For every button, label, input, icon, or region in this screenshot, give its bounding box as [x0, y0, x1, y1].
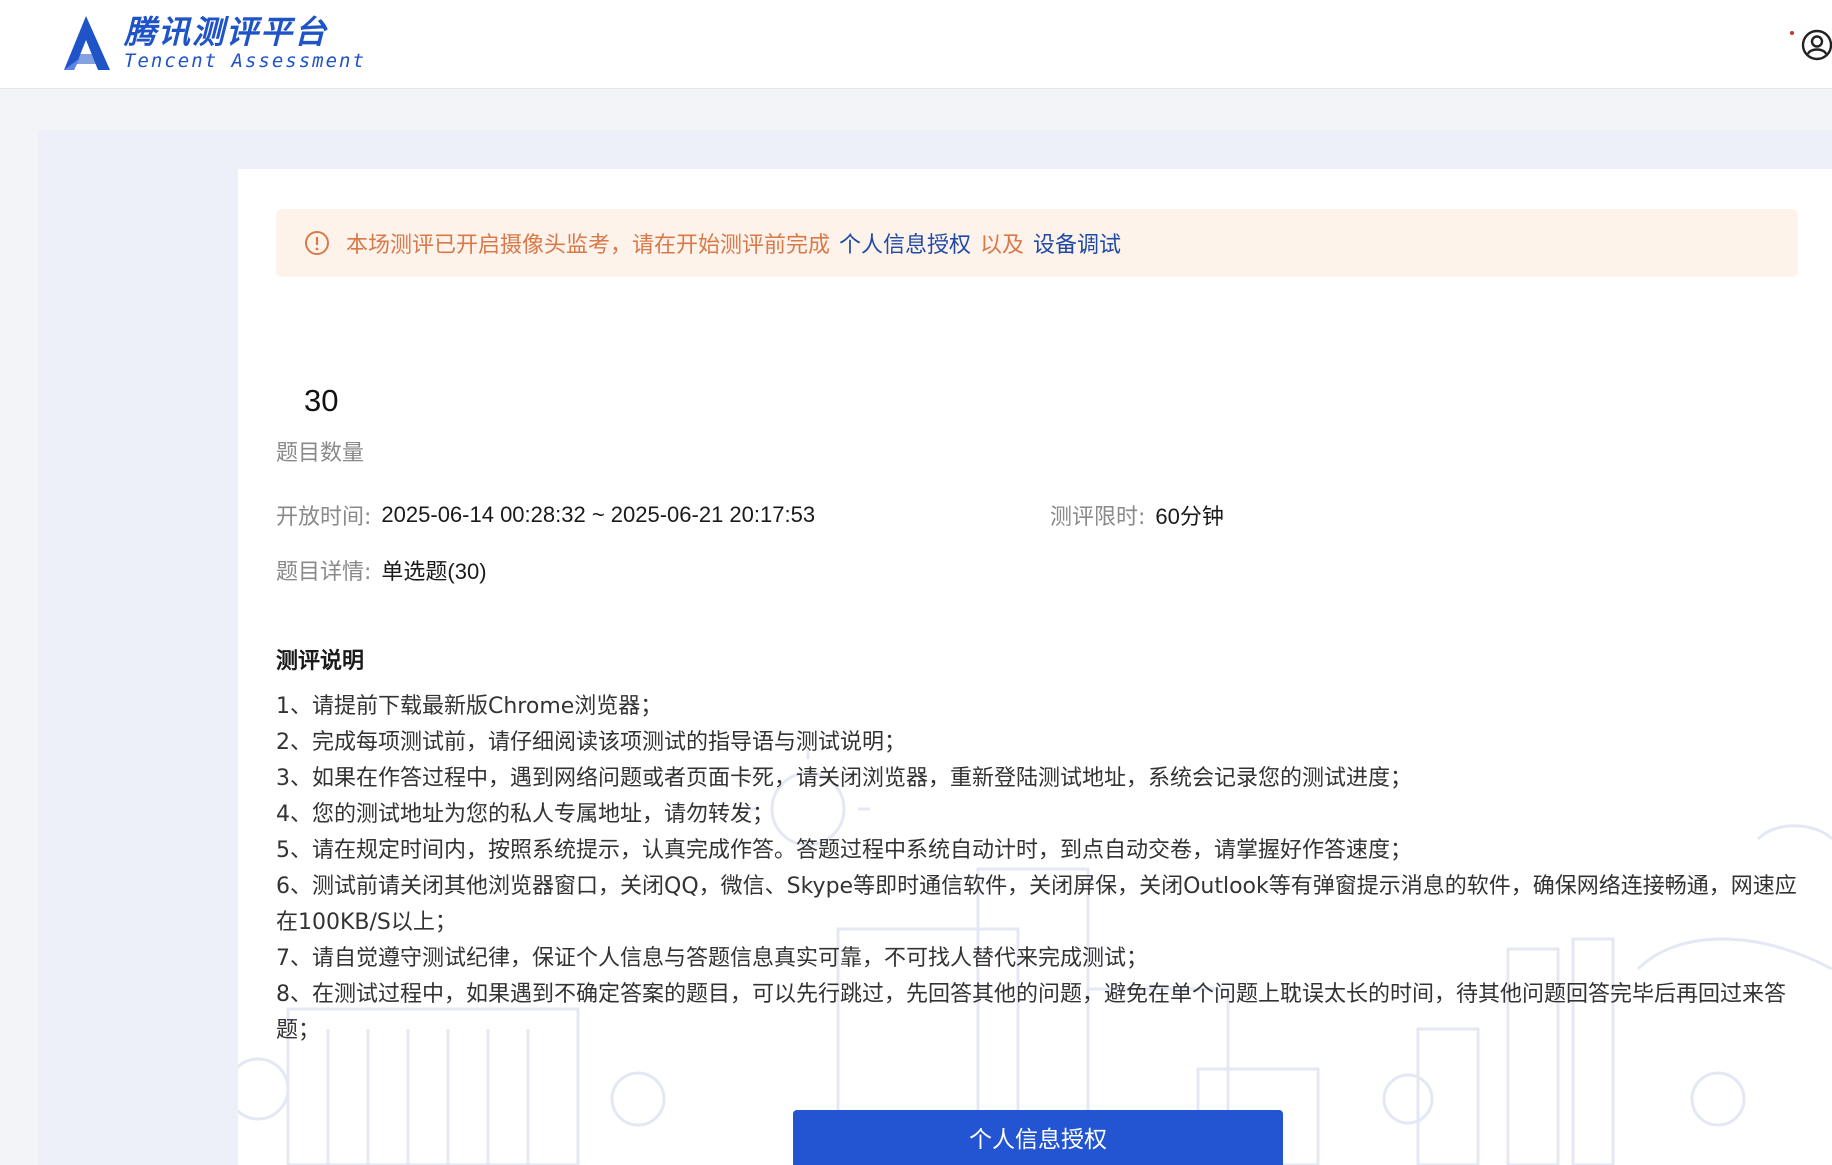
instruction-item: 5、请在规定时间内，按照系统提示，认真完成作答。答题过程中系统自动计时，到点自动…	[276, 838, 1413, 863]
question-count-label: 题目数量	[276, 441, 365, 466]
instruction-item: 1、请提前下载最新版Chrome浏览器；	[276, 694, 663, 719]
brand-logo[interactable]: 腾讯测评平台 Tencent Assessment	[62, 14, 366, 72]
time-limit-label: 测评限时:	[1050, 505, 1146, 530]
instructions-list: 1、请提前下载最新版Chrome浏览器； 2、完成每项测试前，请仔细阅读该项测试…	[276, 689, 1806, 1049]
top-navigation-bar: 腾讯测评平台 Tencent Assessment	[0, 0, 1832, 89]
instruction-item: 8、在测试过程中，如果遇到不确定答案的题目，可以先行跳过，先回答其他的问题，避免…	[276, 982, 1787, 1043]
brand-name-en: Tencent Assessment	[124, 49, 366, 72]
personal-info-authorization-link[interactable]: 个人信息授权	[839, 227, 971, 259]
time-limit-row: 测评限时: 60分钟	[1050, 499, 1224, 531]
cursor-mark	[1790, 31, 1794, 35]
question-detail-row: 题目详情: 单选题(30)	[276, 554, 487, 586]
warning-circle-icon	[305, 231, 329, 255]
instruction-item: 7、请自觉遵守测试纪律，保证个人信息与答题信息真实可靠，不可找人替代来完成测试；	[276, 946, 1149, 971]
brand-text: 腾讯测评平台 Tencent Assessment	[124, 16, 366, 71]
notice-conjunction: 以及	[980, 233, 1025, 258]
question-detail-label: 题目详情:	[276, 560, 372, 585]
question-count-value: 30	[304, 383, 339, 418]
time-limit-value: 60分钟	[1155, 504, 1224, 529]
open-time-value: 2025-06-14 00:28:32 ~ 2025-06-21 20:17:5…	[381, 502, 816, 527]
instruction-item: 6、测试前请关闭其他浏览器窗口，关闭QQ，微信、Skype等即时通信软件，关闭屏…	[276, 874, 1797, 935]
question-detail-value: 单选题(30)	[381, 559, 487, 584]
brand-name-cn: 腾讯测评平台	[124, 12, 329, 51]
instruction-item: 2、完成每项测试前，请仔细阅读该项测试的指导语与测试说明；	[276, 730, 906, 755]
tencent-assessment-logo-icon	[64, 16, 110, 70]
instructions-title: 测评说明	[276, 649, 365, 674]
open-time-label: 开放时间:	[276, 505, 372, 530]
device-debugging-link[interactable]: 设备调试	[1033, 227, 1121, 259]
camera-proctoring-notice: 本场测评已开启摄像头监考，请在开始测评前完成 个人信息授权 以及 设备调试	[276, 209, 1798, 277]
instruction-item: 4、您的测试地址为您的私人专属地址，请勿转发；	[276, 802, 774, 827]
assessment-card: 本场测评已开启摄像头监考，请在开始测评前完成 个人信息授权 以及 设备调试 30…	[238, 169, 1832, 1165]
notice-text: 本场测评已开启摄像头监考，请在开始测评前完成	[346, 233, 831, 258]
user-avatar-icon[interactable]	[1801, 29, 1832, 61]
open-time-row: 开放时间: 2025-06-14 00:28:32 ~ 2025-06-21 2…	[276, 499, 815, 531]
personal-info-authorization-button[interactable]: 个人信息授权	[793, 1110, 1283, 1165]
instruction-item: 3、如果在作答过程中，遇到网络问题或者页面卡死，请关闭浏览器，重新登陆测试地址，…	[276, 766, 1413, 791]
